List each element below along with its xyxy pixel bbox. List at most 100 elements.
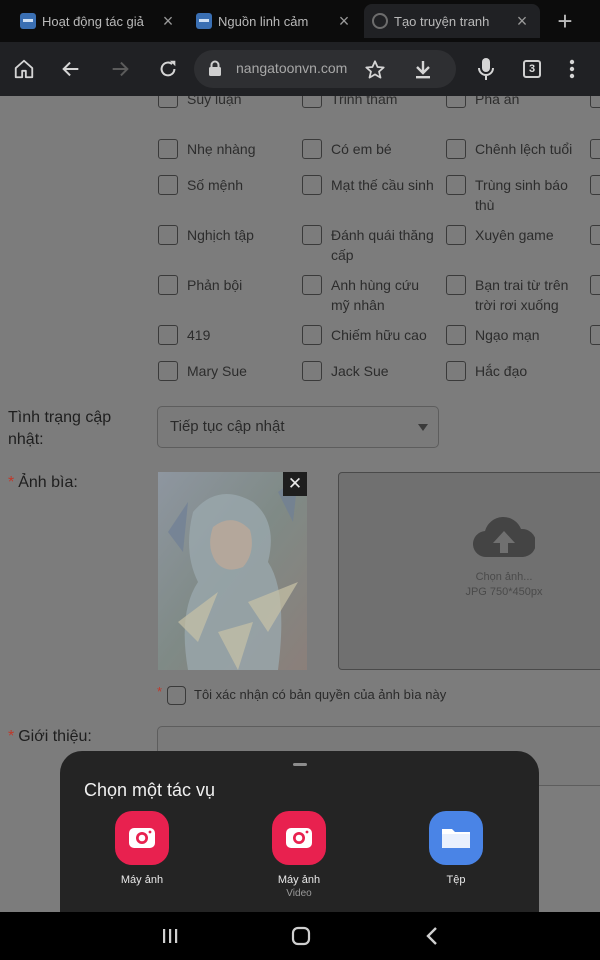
tag-label: Chiếm hữu cao bbox=[331, 327, 427, 343]
browser-toolbar: nangatoonvn.com 3 bbox=[0, 42, 600, 96]
new-tab-button[interactable]: + bbox=[550, 6, 580, 36]
more-options-icon[interactable] bbox=[556, 53, 588, 85]
tag-label: Anh hùng cứu mỹ nhân bbox=[331, 277, 419, 313]
tag-checkbox[interactable] bbox=[158, 225, 178, 245]
tag-checkbox[interactable] bbox=[302, 361, 322, 381]
bookmark-star-icon[interactable] bbox=[364, 59, 386, 86]
tag-checkbox[interactable] bbox=[446, 225, 466, 245]
tag-checkbox[interactable] bbox=[158, 361, 178, 381]
tag-checkbox[interactable] bbox=[446, 175, 466, 195]
tag-checkbox[interactable] bbox=[302, 175, 322, 195]
tag-label: Có em bé bbox=[331, 141, 392, 157]
sheet-drag-handle[interactable] bbox=[293, 763, 307, 766]
site-icon bbox=[196, 13, 212, 29]
camera-icon bbox=[115, 811, 169, 865]
tab-nguon-linh-cam[interactable]: Nguồn linh cảm × bbox=[188, 4, 362, 38]
remove-cover-button[interactable]: ✕ bbox=[283, 472, 307, 496]
tag-label: Suy luận bbox=[187, 96, 242, 107]
tag-label: 419 bbox=[187, 327, 211, 343]
required-mark: * bbox=[8, 728, 15, 745]
tag-checkbox[interactable] bbox=[590, 96, 600, 108]
upload-dropzone[interactable]: Chọn ảnh... JPG 750*450px bbox=[338, 472, 600, 670]
recent-apps-icon[interactable] bbox=[150, 922, 190, 950]
action-camera[interactable]: Máy ảnh bbox=[92, 811, 192, 886]
tag-checkbox[interactable] bbox=[302, 275, 322, 295]
upload-format: JPG 750*450px bbox=[465, 586, 543, 598]
tag-label: Mạt thế cầu sinh bbox=[331, 177, 434, 193]
tag-checkbox[interactable] bbox=[590, 225, 600, 245]
microphone-icon[interactable] bbox=[470, 53, 502, 85]
tab-title: Nguồn linh cảm bbox=[218, 13, 309, 29]
tag-label: Phản bội bbox=[187, 277, 243, 293]
tag-label: Đánh quái thăng cấp bbox=[331, 227, 434, 263]
intro-label: * Giới thiệu: bbox=[8, 726, 92, 748]
tag-checkbox[interactable] bbox=[158, 96, 178, 108]
action-label: Tệp bbox=[446, 874, 466, 886]
close-tab-icon[interactable]: × bbox=[334, 11, 354, 32]
url-text: nangatoonvn.com bbox=[236, 60, 348, 76]
tag-label: Số mệnh bbox=[187, 177, 244, 193]
action-files[interactable]: Tệp bbox=[406, 811, 506, 886]
copyright-confirm-checkbox[interactable] bbox=[167, 686, 186, 705]
tag-label: Jack Sue bbox=[331, 363, 389, 379]
back-icon[interactable] bbox=[55, 53, 87, 85]
forward-icon[interactable] bbox=[104, 53, 136, 85]
globe-icon bbox=[372, 13, 388, 29]
tag-label: Phá án bbox=[475, 96, 520, 107]
home-nav-icon[interactable] bbox=[281, 922, 321, 950]
tab-hoat-dong-tac-gia[interactable]: Hoạt động tác giả × bbox=[12, 4, 186, 38]
tag-checkbox[interactable] bbox=[302, 139, 322, 159]
cover-label: * Ảnh bìa: bbox=[8, 472, 78, 494]
download-icon[interactable] bbox=[413, 59, 433, 86]
tab-count: 3 bbox=[523, 60, 541, 78]
cloud-upload-icon bbox=[472, 515, 537, 564]
tag-checkbox[interactable] bbox=[590, 275, 600, 295]
action-camera-video[interactable]: Máy ảnh Video bbox=[249, 811, 349, 899]
system-nav-bar bbox=[0, 912, 600, 960]
intro-label-text: Giới thiệu: bbox=[18, 728, 92, 745]
tag-label: Xuyên game bbox=[475, 227, 554, 243]
upload-hint: Chọn ảnh... bbox=[475, 571, 533, 583]
cover-image-preview bbox=[158, 472, 307, 670]
tag-checkbox[interactable] bbox=[446, 275, 466, 295]
tag-checkbox[interactable] bbox=[446, 96, 466, 108]
tag-checkbox[interactable] bbox=[446, 361, 466, 381]
tag-checkbox[interactable] bbox=[158, 175, 178, 195]
tag-label: Hắc đạo bbox=[475, 363, 528, 379]
tag-checkbox[interactable] bbox=[158, 275, 178, 295]
tag-checkbox[interactable] bbox=[590, 139, 600, 159]
lock-icon bbox=[208, 60, 222, 82]
tab-title: Tạo truyện tranh bbox=[394, 13, 490, 29]
tag-label: Trinh thám bbox=[331, 96, 398, 107]
action-label: Máy ảnh bbox=[277, 874, 321, 886]
tab-tao-truyen-tranh[interactable]: Tạo truyện tranh × bbox=[364, 4, 540, 38]
tag-checkbox[interactable] bbox=[590, 175, 600, 195]
back-nav-icon[interactable] bbox=[412, 922, 452, 950]
tab-strip: Hoạt động tác giả × Nguồn linh cảm × Tạo… bbox=[0, 0, 600, 42]
tag-checkbox[interactable] bbox=[590, 325, 600, 345]
tag-label: Nghịch tập bbox=[187, 227, 254, 243]
tag-checkbox[interactable] bbox=[158, 139, 178, 159]
tag-checkbox[interactable] bbox=[158, 325, 178, 345]
required-mark: * bbox=[157, 684, 163, 699]
tab-switcher-button[interactable]: 3 bbox=[516, 53, 548, 85]
reload-icon[interactable] bbox=[152, 53, 184, 85]
home-icon[interactable] bbox=[8, 53, 40, 85]
sheet-title: Chọn một tác vụ bbox=[84, 780, 216, 800]
tag-checkbox[interactable] bbox=[446, 139, 466, 159]
close-tab-icon[interactable]: × bbox=[512, 11, 532, 32]
tag-checkbox[interactable] bbox=[302, 325, 322, 345]
address-bar[interactable]: nangatoonvn.com bbox=[194, 50, 456, 88]
chevron-down-icon bbox=[418, 424, 428, 431]
action-label: Máy ảnh bbox=[120, 874, 164, 886]
close-tab-icon[interactable]: × bbox=[158, 11, 178, 32]
tag-checkbox[interactable] bbox=[302, 96, 322, 108]
tab-title: Hoạt động tác giả bbox=[42, 13, 144, 29]
cover-label-text: Ảnh bìa: bbox=[18, 474, 78, 491]
site-icon bbox=[20, 13, 36, 29]
tag-checkbox[interactable] bbox=[302, 225, 322, 245]
required-mark: * bbox=[8, 474, 15, 491]
tag-checkbox[interactable] bbox=[446, 325, 466, 345]
tag-label: Chênh lệch tuổi bbox=[475, 141, 573, 157]
status-select[interactable]: Tiếp tục cập nhật bbox=[157, 406, 439, 448]
